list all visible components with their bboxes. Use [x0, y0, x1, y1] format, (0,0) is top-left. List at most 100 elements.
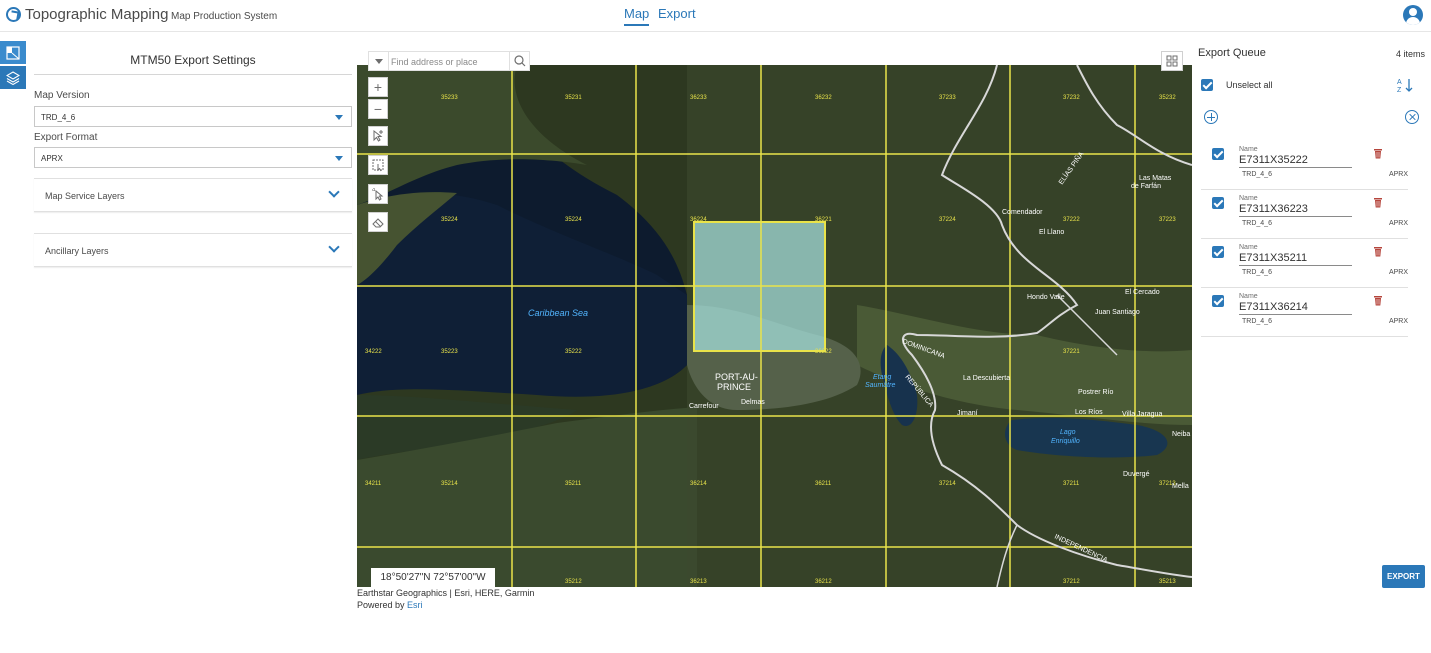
border-label: INDEPENDENCIA: [1053, 533, 1108, 564]
eraser-icon[interactable]: [368, 212, 388, 232]
export-format-select[interactable]: APRX: [34, 147, 352, 168]
accordion-label: Ancillary Layers: [45, 246, 109, 256]
export-button[interactable]: EXPORT: [1382, 565, 1425, 588]
name-label: Name: [1239, 195, 1258, 202]
powered-by: Powered by Esri: [357, 600, 423, 610]
clear-all-icon[interactable]: [1405, 110, 1419, 124]
svg-text:Z: Z: [1397, 87, 1402, 94]
user-circle-icon[interactable]: [1403, 5, 1423, 25]
place-label: La Descubierta: [963, 375, 1010, 382]
queue-item-format: APRX: [1388, 318, 1408, 325]
powered-by-label: Powered by: [357, 600, 405, 610]
border-label: ELÍAS PIÑA: [1056, 149, 1085, 186]
map-version-value: TRD_4_6: [41, 113, 76, 122]
name-label: Name: [1239, 293, 1258, 300]
place-label: Neiba: [1172, 431, 1190, 438]
app-title: Topographic Mapping: [25, 6, 169, 23]
search-widget: [368, 51, 530, 71]
queue-item-format: APRX: [1388, 269, 1408, 276]
water-label: Enriquillo: [1051, 438, 1080, 445]
search-source-dropdown[interactable]: [369, 52, 389, 70]
place-label: Carrefour: [689, 403, 719, 410]
chevron-down-icon: [328, 241, 340, 253]
place-label: Jimaní: [957, 410, 978, 417]
chevron-down-icon: [328, 186, 340, 198]
export-format-label: Export Format: [34, 132, 98, 143]
queue-item: Name E7311X36223 TRD_4_6 APRX: [1201, 190, 1408, 239]
queue-item-version: TRD_4_6: [1242, 220, 1272, 227]
coordinate-readout: 18°50'27"N 72°57'00"W: [371, 568, 495, 587]
place-label: Postrer Río: [1078, 389, 1114, 396]
accordion-label: Map Service Layers: [45, 191, 125, 201]
map-attribution: Earthstar Geographics | Esri, HERE, Garm…: [357, 588, 535, 598]
select-point-icon[interactable]: [368, 184, 388, 204]
queue-item-checkbox[interactable]: [1212, 197, 1224, 209]
zoom-in-icon[interactable]: +: [368, 77, 388, 97]
place-label: El Llano: [1039, 229, 1064, 236]
place-label: Villa Jaragua: [1122, 411, 1162, 418]
queue-item-name[interactable]: E7311X35222: [1239, 154, 1352, 168]
name-label: Name: [1239, 244, 1258, 251]
water-label: Lago: [1060, 429, 1076, 436]
queue-item-checkbox[interactable]: [1212, 246, 1224, 258]
trash-icon[interactable]: [1373, 195, 1383, 208]
caret-down-icon: [335, 115, 343, 120]
search-input[interactable]: [391, 54, 506, 69]
place-label: El Cercado: [1125, 289, 1160, 296]
app-header: Topographic Mapping Map Production Syste…: [0, 0, 1431, 32]
name-label: Name: [1239, 146, 1258, 153]
place-label: de Farfán: [1131, 183, 1161, 190]
panel-title: MTM50 Export Settings: [130, 53, 256, 67]
trash-icon[interactable]: [1373, 146, 1383, 159]
water-label: Etang: [873, 374, 891, 381]
water-label: Saumâtre: [865, 382, 895, 389]
esri-link[interactable]: Esri: [407, 600, 423, 610]
export-format-value: APRX: [41, 154, 63, 163]
queue-item-name[interactable]: E7311X36223: [1239, 203, 1352, 217]
queue-item: Name E7311X35222 TRD_4_6 APRX: [1201, 141, 1408, 190]
queue-item-name[interactable]: E7311X35211: [1239, 252, 1352, 266]
unselect-all-label: Unselect all: [1226, 80, 1273, 90]
queue-item: Name E7311X35211 TRD_4_6 APRX: [1201, 239, 1408, 288]
map-version-select[interactable]: TRD_4_6: [34, 106, 352, 127]
place-labels: Comendador El Llano Hondo Valle El Cerca…: [528, 149, 1190, 564]
place-label: Las Matas: [1139, 175, 1172, 182]
add-icon[interactable]: [1204, 110, 1218, 124]
accordion-map-service-layers[interactable]: Map Service Layers: [34, 178, 352, 212]
place-label: PRINCE: [717, 382, 751, 392]
queue-item-version: TRD_4_6: [1242, 269, 1272, 276]
select-rectangle-icon[interactable]: [368, 155, 388, 175]
queue-item-format: APRX: [1388, 171, 1408, 178]
export-panel-icon[interactable]: [0, 41, 26, 64]
queue-item-version: TRD_4_6: [1242, 318, 1272, 325]
sort-az-icon[interactable]: AZ: [1396, 76, 1414, 94]
queue-item-checkbox[interactable]: [1212, 295, 1224, 307]
place-label: Delmas: [741, 399, 765, 406]
accordion-ancillary-layers[interactable]: Ancillary Layers: [34, 233, 352, 267]
trash-icon[interactable]: [1373, 293, 1383, 306]
queue-item-checkbox[interactable]: [1212, 148, 1224, 160]
map-view[interactable]: 35233 35231 36233 36232 37233 37232 3523…: [357, 65, 1192, 587]
tab-map[interactable]: Map: [624, 6, 650, 26]
queue-item-version: TRD_4_6: [1242, 171, 1272, 178]
tab-export[interactable]: Export: [658, 6, 696, 24]
basemap-gallery-icon[interactable]: [1161, 51, 1183, 71]
export-settings-panel: MTM50 Export Settings Map Version TRD_4_…: [34, 40, 352, 280]
queue-item-name[interactable]: E7311X36214: [1239, 301, 1352, 315]
place-label: Juan Santiago: [1095, 309, 1140, 316]
place-label: Comendador: [1002, 209, 1043, 216]
trash-icon[interactable]: [1373, 244, 1383, 257]
layers-icon[interactable]: [0, 66, 26, 89]
place-label: Mella: [1172, 483, 1189, 490]
unselect-all-checkbox[interactable]: [1201, 79, 1213, 91]
place-label: PORT-AU-: [715, 372, 758, 382]
place-label: Hondo Valle: [1027, 294, 1065, 301]
select-cursor-icon[interactable]: [368, 126, 388, 146]
border-label: DOMINICANA: [901, 338, 946, 360]
divider: [34, 74, 352, 75]
zoom-out-icon[interactable]: −: [368, 99, 388, 119]
app-subtitle: Map Production System: [171, 11, 278, 22]
search-icon[interactable]: [509, 52, 529, 70]
queue-count: 4 items: [1395, 49, 1425, 59]
map-version-label: Map Version: [34, 90, 90, 101]
